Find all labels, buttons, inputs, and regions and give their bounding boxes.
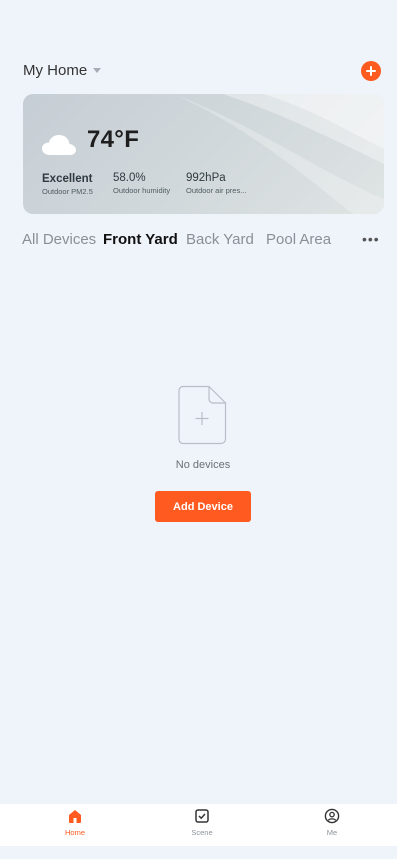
temperature: 74°F <box>87 126 140 153</box>
humidity-label: Outdoor humidity <box>113 186 171 195</box>
empty-state-message: No devices <box>175 459 231 471</box>
header: My Home <box>0 58 397 86</box>
add-device-button[interactable]: Add Device <box>155 491 251 522</box>
room-tabs: All Devices Front Yard Back Yard Pool Ar… <box>0 229 397 253</box>
humidity-value: 58.0% <box>113 172 146 184</box>
nav-scene-label: Scene <box>191 828 213 837</box>
home-name: My Home <box>23 62 88 79</box>
pm25-value: Excellent <box>42 173 93 185</box>
pressure-label: Outdoor air pres... <box>186 186 247 195</box>
add-button[interactable] <box>361 61 381 81</box>
nav-scene[interactable]: Scene <box>162 804 242 846</box>
nav-me[interactable]: Me <box>292 804 372 846</box>
profile-icon <box>324 808 340 824</box>
tab-front-yard[interactable]: Front Yard <box>103 231 178 248</box>
home-icon <box>69 810 81 823</box>
scene-icon <box>195 809 209 823</box>
home-selector[interactable]: My Home <box>23 62 102 79</box>
nav-me-label: Me <box>326 828 338 837</box>
more-icon[interactable]: ••• <box>362 231 382 247</box>
tab-back-yard[interactable]: Back Yard <box>186 231 254 248</box>
nav-home-label: Home <box>64 828 85 837</box>
weather-card[interactable]: 74°F Excellent Outdoor PM2.5 58.0% Outdo… <box>23 94 384 214</box>
nav-home[interactable]: Home <box>35 804 115 846</box>
empty-document-icon <box>178 385 227 445</box>
pm25-label: Outdoor PM2.5 <box>42 187 93 196</box>
humidity-stat: 58.0% Outdoor humidity <box>113 172 170 196</box>
pressure-stat: 992hPa Outdoor air pres... <box>186 172 246 196</box>
plus-icon <box>366 66 376 76</box>
pm25-stat: Excellent Outdoor PM2.5 <box>42 173 93 197</box>
pressure-value: 992hPa <box>186 172 226 184</box>
cloud-icon <box>42 135 76 155</box>
tab-all-devices[interactable]: All Devices <box>22 231 96 248</box>
bottom-navigation: Home Scene Me <box>0 804 397 846</box>
caret-down-icon <box>93 68 102 73</box>
tab-pool-area[interactable]: Pool Area <box>266 231 331 248</box>
